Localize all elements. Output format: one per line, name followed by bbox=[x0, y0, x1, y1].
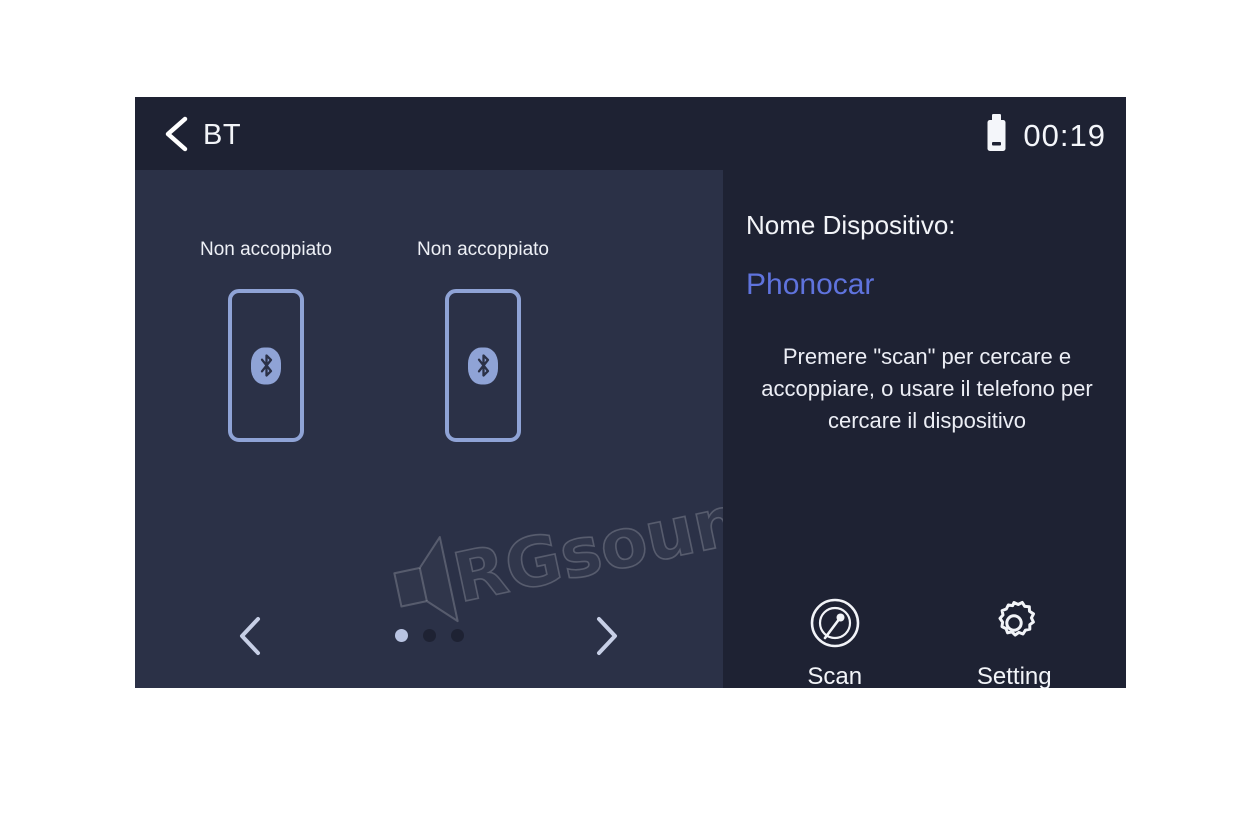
head-unit-screen: BT 00:19 Non accoppiato Non accoppiato R… bbox=[135, 97, 1126, 688]
device-list-panel: Non accoppiato Non accoppiato RGsound bbox=[135, 170, 798, 688]
setting-button-label: Setting bbox=[976, 663, 1052, 688]
action-buttons: Scan Setting bbox=[723, 595, 1126, 688]
pairing-hint-text: Premere "scan" per cercare e accoppiare,… bbox=[761, 344, 1093, 433]
pagination-dots bbox=[135, 629, 723, 642]
status-bar: BT 00:19 bbox=[135, 97, 1126, 170]
phone-outline-icon bbox=[445, 289, 521, 442]
setting-button[interactable]: Setting bbox=[949, 595, 1079, 688]
usb-drive-icon bbox=[986, 114, 1007, 157]
bluetooth-icon bbox=[468, 347, 498, 384]
device-name-value: Phonocar bbox=[746, 268, 875, 301]
page-title: BT bbox=[203, 119, 242, 151]
gear-icon bbox=[949, 595, 1079, 651]
radar-scan-icon bbox=[770, 595, 900, 651]
device-card[interactable]: Non accoppiato bbox=[176, 239, 356, 442]
speaker-icon bbox=[393, 536, 459, 623]
device-info-panel: Nome Dispositivo: Phonocar Premere "scan… bbox=[723, 170, 1126, 688]
status-indicators: 00:19 bbox=[986, 114, 1106, 157]
clock: 00:19 bbox=[1023, 117, 1106, 153]
back-button[interactable] bbox=[157, 111, 201, 157]
pagination-dot[interactable] bbox=[394, 629, 408, 642]
device-pairing-status: Non accoppiato bbox=[416, 239, 550, 260]
phone-outline-icon bbox=[228, 289, 304, 442]
device-pairing-status: Non accoppiato bbox=[199, 239, 333, 260]
chevron-left-icon bbox=[157, 111, 201, 157]
pagination-dot[interactable] bbox=[450, 629, 464, 642]
scan-button-label: Scan bbox=[807, 663, 863, 688]
bluetooth-icon bbox=[251, 347, 281, 384]
device-card[interactable]: Non accoppiato bbox=[393, 239, 573, 442]
device-name-label: Nome Dispositivo: bbox=[746, 210, 956, 240]
pagination-dot[interactable] bbox=[422, 629, 436, 642]
scan-button[interactable]: Scan bbox=[770, 595, 900, 688]
